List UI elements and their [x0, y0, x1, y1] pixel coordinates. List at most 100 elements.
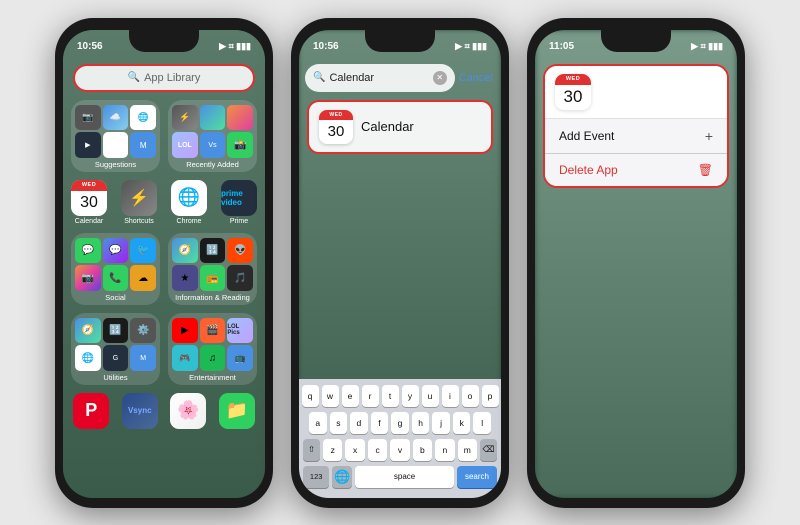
folder-5-label: Utilities [103, 373, 127, 382]
search-icon-1: 🔍 [128, 72, 140, 83]
context-menu: WED 30 Add Event + Delete App 🗑 [543, 64, 729, 188]
key-a[interactable]: a [309, 412, 327, 434]
search-bar-1[interactable]: 🔍 App Library [73, 64, 255, 92]
delete-app-item[interactable]: Delete App 🗑 [545, 154, 727, 186]
context-menu-items: Add Event + Delete App 🗑 [545, 119, 727, 186]
key-backspace[interactable]: ⌫ [480, 439, 497, 461]
utilities-folder[interactable]: 🧭 🔢 ⚙️ 🌐 G M Utilities [71, 313, 160, 385]
add-icon: + [705, 128, 713, 144]
add-event-label: Add Event [559, 129, 614, 143]
key-emoji[interactable]: 🌐 [332, 466, 352, 488]
key-i[interactable]: i [442, 385, 459, 407]
status-icons-1: ▶ ⌗ ▮▮▮ [219, 41, 251, 52]
status-icons-2: ▶ ⌗ ▮▮▮ [455, 41, 487, 52]
trash-icon: 🗑 [698, 163, 713, 177]
key-s[interactable]: s [330, 412, 348, 434]
key-z[interactable]: z [323, 439, 342, 461]
key-w[interactable]: w [322, 385, 339, 407]
key-l[interactable]: l [473, 412, 491, 434]
key-k[interactable]: k [453, 412, 471, 434]
keyboard-2: q w e r t y u i o p a s d f g h j k l [299, 379, 501, 498]
recently-added-folder[interactable]: ⚡ LOL Vs 📸 Recently Added [168, 100, 257, 172]
chrome-app-icon[interactable]: 🌐 Chrome [171, 180, 207, 225]
extra-app-icon[interactable]: 📁 [217, 393, 258, 431]
status-time-3: 11:05 [549, 41, 574, 52]
key-c[interactable]: c [368, 439, 387, 461]
pinterest-app-icon[interactable]: P [71, 393, 112, 431]
key-n[interactable]: n [435, 439, 454, 461]
key-e[interactable]: e [342, 385, 359, 407]
key-q[interactable]: q [302, 385, 319, 407]
key-p[interactable]: p [482, 385, 499, 407]
key-b[interactable]: b [413, 439, 432, 461]
app-grid-1: 📷 ☁️ 🌐 ▶ M Suggestions ⚡ LOL [71, 100, 257, 448]
key-numbers[interactable]: 123 [303, 466, 329, 488]
shortcuts-app-icon[interactable]: ⚡ Shortcuts [121, 180, 157, 225]
calendar-app-icon[interactable]: WED 30 Calendar [71, 180, 107, 225]
key-j[interactable]: j [432, 412, 450, 434]
folder-row-2: 💬 💬 🐦 📷 📞 ☁ Social 🧭 🔢 👽 ★ [71, 233, 257, 305]
photos-app-icon[interactable]: 🌸 [168, 393, 209, 431]
status-icons-3: ▶ ⌗ ▮▮▮ [691, 41, 723, 52]
cal-result-item[interactable]: WED 30 Calendar [307, 100, 493, 154]
folder-6-label: Entertainment [189, 373, 236, 382]
key-o[interactable]: o [462, 385, 479, 407]
key-shift[interactable]: ⇧ [303, 439, 320, 461]
key-d[interactable]: d [350, 412, 368, 434]
prime-app-icon[interactable]: prime video Prime [221, 180, 257, 225]
status-time-2: 10:56 [313, 41, 339, 52]
phone-2-screen: 10:56 ▶ ⌗ ▮▮▮ 🔍 Calendar ✕ Cancel WED 30 [299, 30, 501, 498]
key-space[interactable]: space [355, 466, 454, 488]
phone-3: 11:05 ▶ ⌗ ▮▮▮ WED 30 Add Event + Delete … [527, 18, 745, 508]
kb-row-2: a s d f g h j k l [303, 412, 497, 434]
notch-2 [365, 30, 435, 52]
key-m[interactable]: m [458, 439, 477, 461]
notch-3 [601, 30, 671, 52]
info-folder[interactable]: 🧭 🔢 👽 ★ 📻 🎵 Information & Reading [168, 233, 257, 305]
delete-app-label: Delete App [559, 163, 618, 177]
search-text-2: Calendar [329, 72, 428, 84]
kb-bottom-row: 123 🌐 space search [303, 466, 497, 488]
key-f[interactable]: f [371, 412, 389, 434]
key-x[interactable]: x [345, 439, 364, 461]
search-bar-wrapper-2[interactable]: 🔍 Calendar ✕ Cancel [305, 64, 495, 92]
app-row-cal: WED 30 Calendar ⚡ Shortcuts 🌐 Chrome pri… [71, 180, 257, 225]
key-y[interactable]: y [402, 385, 419, 407]
folder-4-label: Information & Reading [175, 293, 250, 302]
calendar-result[interactable]: WED 30 Calendar [307, 100, 493, 154]
ctx-cal-num: 30 [555, 85, 591, 110]
clear-search-icon[interactable]: ✕ [433, 71, 447, 85]
ctx-cal-icon: WED 30 [555, 74, 591, 110]
cancel-button-2[interactable]: Cancel [459, 72, 495, 84]
key-u[interactable]: u [422, 385, 439, 407]
phone-3-screen: 11:05 ▶ ⌗ ▮▮▮ WED 30 Add Event + Delete … [535, 30, 737, 498]
status-time-1: 10:56 [77, 41, 103, 52]
add-event-item[interactable]: Add Event + [545, 119, 727, 154]
folder-row-3: 🧭 🔢 ⚙️ 🌐 G M Utilities ▶ 🎬 LOL Pics 🎮 [71, 313, 257, 385]
key-search[interactable]: search [457, 466, 497, 488]
phone-1: 10:56 ▶ ⌗ ▮▮▮ 🔍 App Library 📷 ☁️ 🌐 ▶ [55, 18, 273, 508]
phone-1-screen: 10:56 ▶ ⌗ ▮▮▮ 🔍 App Library 📷 ☁️ 🌐 ▶ [63, 30, 265, 498]
context-menu-header: WED 30 [545, 66, 727, 119]
cal-result-icon: WED 30 [319, 110, 353, 144]
search-bar-2[interactable]: 🔍 Calendar ✕ [305, 64, 455, 92]
cal-icon-1: WED 30 [71, 180, 107, 216]
key-r[interactable]: r [362, 385, 379, 407]
cal-result-day: WED [319, 110, 353, 120]
suggestions-folder[interactable]: 📷 ☁️ 🌐 ▶ M Suggestions [71, 100, 160, 172]
key-h[interactable]: h [412, 412, 430, 434]
cal-day-1: WED [71, 180, 107, 191]
search-bar-wrapper-1[interactable]: 🔍 App Library [73, 64, 255, 92]
folder-3-label: Social [105, 293, 125, 302]
ctx-cal-day: WED [555, 74, 591, 85]
phone-2: 10:56 ▶ ⌗ ▮▮▮ 🔍 Calendar ✕ Cancel WED 30 [291, 18, 509, 508]
entertainment-folder[interactable]: ▶ 🎬 LOL Pics 🎮 ♫ 📺 Entertainment [168, 313, 257, 385]
vsync-app-icon[interactable]: Vsync [120, 393, 161, 431]
cal-result-name: Calendar [361, 119, 414, 134]
cal-result-num: 30 [319, 120, 353, 144]
social-folder[interactable]: 💬 💬 🐦 📷 📞 ☁ Social [71, 233, 160, 305]
key-v[interactable]: v [390, 439, 409, 461]
cal-num-1: 30 [71, 191, 107, 216]
key-t[interactable]: t [382, 385, 399, 407]
key-g[interactable]: g [391, 412, 409, 434]
